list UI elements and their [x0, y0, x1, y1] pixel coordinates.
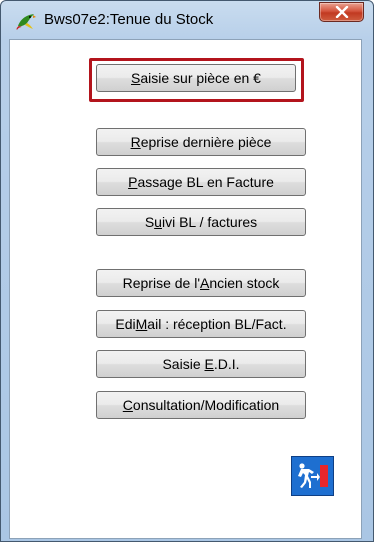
title-bar[interactable]: Bws07e2:Tenue du Stock — [1, 1, 373, 39]
reprise-derniere-piece-button[interactable]: Reprise dernière pièce — [96, 128, 306, 156]
saisie-edi-button[interactable]: Saisie E.D.I. — [96, 350, 306, 378]
exit-button[interactable] — [291, 456, 334, 496]
passage-bl-facture-button[interactable]: Passage BL en Facture — [96, 168, 306, 196]
reprise-ancien-stock-button[interactable]: Reprise de l'Ancien stock — [96, 269, 306, 297]
window-title: Bws07e2:Tenue du Stock — [44, 11, 214, 28]
close-button[interactable] — [319, 2, 364, 22]
exit-door-icon — [298, 463, 328, 488]
close-icon — [335, 6, 348, 18]
selected-highlight — [89, 58, 304, 102]
stock-window: Bws07e2:Tenue du Stock Saisie sur pièce … — [0, 0, 374, 542]
consultation-modification-button[interactable]: Consultation/Modification — [96, 391, 306, 419]
parrot-icon — [16, 14, 36, 30]
suivi-bl-factures-button[interactable]: Suivi BL / factures — [96, 208, 306, 236]
edimail-reception-button[interactable]: EdiMail : réception BL/Fact. — [96, 310, 306, 338]
